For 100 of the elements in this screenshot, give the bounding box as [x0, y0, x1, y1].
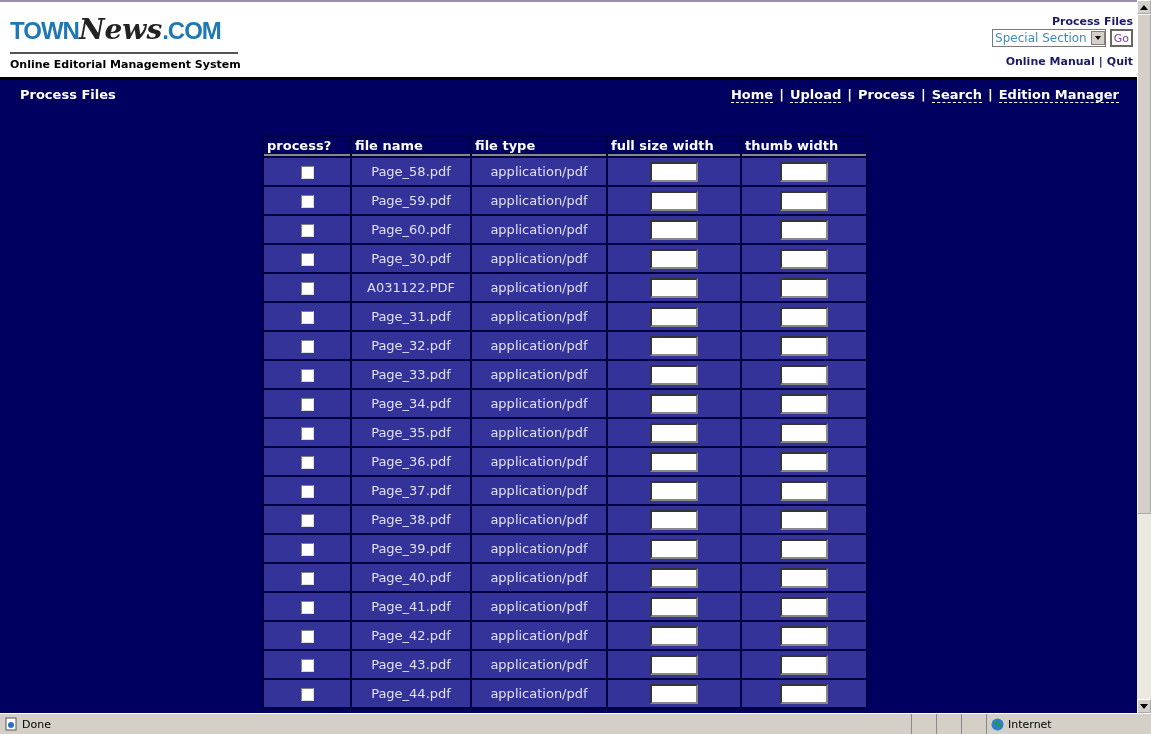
process-checkbox[interactable]	[300, 630, 314, 643]
file-name-cell: Page_42.pdf	[352, 622, 470, 649]
full-size-width-input[interactable]	[650, 480, 698, 501]
thumb-width-input[interactable]	[780, 683, 828, 704]
full-size-width-input[interactable]	[650, 654, 698, 675]
process-checkbox[interactable]	[300, 543, 314, 556]
up-arrow-icon	[1140, 4, 1148, 10]
thumb-width-input[interactable]	[780, 190, 828, 211]
thumb-width-input[interactable]	[780, 509, 828, 530]
file-name-cell: Page_32.pdf	[352, 332, 470, 359]
full-size-width-input[interactable]	[650, 161, 698, 182]
thumb-width-input[interactable]	[780, 567, 828, 588]
scroll-up-button[interactable]	[1137, 0, 1151, 14]
full-size-width-input[interactable]	[650, 277, 698, 298]
thumb-width-input[interactable]	[780, 654, 828, 675]
scroll-down-button[interactable]	[1137, 699, 1151, 713]
process-checkbox[interactable]	[300, 485, 314, 498]
nav-link[interactable]: Search	[931, 87, 982, 103]
file-name-cell: Page_31.pdf	[352, 303, 470, 330]
full-size-width-input[interactable]	[650, 306, 698, 327]
thumb-width-input[interactable]	[780, 364, 828, 385]
file-type-cell: application/pdf	[472, 448, 606, 475]
process-checkbox[interactable]	[300, 195, 314, 208]
process-checkbox[interactable]	[300, 688, 314, 701]
thumb-width-input[interactable]	[780, 596, 828, 617]
file-name-cell: Page_37.pdf	[352, 477, 470, 504]
file-type-cell: application/pdf	[472, 651, 606, 678]
full-size-width-input[interactable]	[650, 335, 698, 356]
thumb-width-input[interactable]	[780, 451, 828, 472]
header-link[interactable]: Quit	[1106, 55, 1133, 68]
system-subtitle: Online Editorial Management System	[10, 58, 241, 71]
process-checkbox[interactable]	[300, 311, 314, 324]
file-name-cell: Page_58.pdf	[352, 158, 470, 185]
process-checkbox[interactable]	[300, 427, 314, 440]
full-size-width-input[interactable]	[650, 422, 698, 443]
process-checkbox[interactable]	[300, 398, 314, 411]
process-checkbox[interactable]	[300, 166, 314, 179]
process-checkbox[interactable]	[300, 253, 314, 266]
full-size-width-input[interactable]	[650, 451, 698, 472]
file-name-cell: Page_40.pdf	[352, 564, 470, 591]
file-type-cell: application/pdf	[472, 303, 606, 330]
process-checkbox[interactable]	[300, 340, 314, 353]
go-button[interactable]: Go	[1109, 29, 1133, 47]
full-size-width-input[interactable]	[650, 683, 698, 704]
file-type-cell: application/pdf	[472, 216, 606, 243]
column-header: file name	[352, 137, 470, 156]
thumb-width-input[interactable]	[780, 277, 828, 298]
thumb-width-input[interactable]	[780, 219, 828, 240]
thumb-width-input[interactable]	[780, 422, 828, 443]
process-checkbox[interactable]	[300, 282, 314, 295]
full-size-width-input[interactable]	[650, 509, 698, 530]
full-size-width-input[interactable]	[650, 219, 698, 240]
file-name-cell: Page_41.pdf	[352, 593, 470, 620]
thumb-width-input[interactable]	[780, 248, 828, 269]
file-type-cell: application/pdf	[472, 506, 606, 533]
process-checkbox[interactable]	[300, 601, 314, 614]
thumb-width-input[interactable]	[780, 480, 828, 501]
file-type-cell: application/pdf	[472, 477, 606, 504]
thumb-width-input[interactable]	[780, 625, 828, 646]
nav-link[interactable]: Process	[858, 87, 915, 103]
file-type-cell: application/pdf	[472, 332, 606, 359]
nav-separator: |	[847, 87, 852, 103]
section-dropdown[interactable]: Special Section	[992, 29, 1106, 47]
thumb-width-input[interactable]	[780, 306, 828, 327]
process-checkbox[interactable]	[300, 369, 314, 382]
full-size-width-input[interactable]	[650, 364, 698, 385]
process-checkbox[interactable]	[300, 456, 314, 469]
thumb-width-input[interactable]	[780, 538, 828, 559]
nav-link[interactable]: Home	[731, 87, 774, 103]
scrollbar[interactable]	[1137, 0, 1151, 713]
full-size-width-input[interactable]	[650, 625, 698, 646]
process-checkbox[interactable]	[300, 572, 314, 585]
nav-link[interactable]: Edition Manager	[998, 87, 1119, 103]
link-separator: |	[1098, 55, 1103, 68]
scroll-thumb[interactable]	[1137, 14, 1151, 514]
full-size-width-input[interactable]	[650, 190, 698, 211]
thumb-width-input[interactable]	[780, 335, 828, 356]
column-header: file type	[472, 137, 606, 156]
full-size-width-input[interactable]	[650, 248, 698, 269]
file-type-cell: application/pdf	[472, 593, 606, 620]
file-name-cell: Page_44.pdf	[352, 680, 470, 707]
file-type-cell: application/pdf	[472, 187, 606, 214]
full-size-width-input[interactable]	[650, 538, 698, 559]
process-checkbox[interactable]	[300, 659, 314, 672]
site-logo: TOWNNews.COM	[10, 6, 238, 54]
file-name-cell: Page_34.pdf	[352, 390, 470, 417]
file-name-cell: Page_39.pdf	[352, 535, 470, 562]
status-text: Done	[22, 717, 51, 731]
full-size-width-input[interactable]	[650, 596, 698, 617]
file-name-cell: Page_36.pdf	[352, 448, 470, 475]
file-name-cell: Page_33.pdf	[352, 361, 470, 388]
thumb-width-input[interactable]	[780, 393, 828, 414]
thumb-width-input[interactable]	[780, 161, 828, 182]
full-size-width-input[interactable]	[650, 393, 698, 414]
process-checkbox[interactable]	[300, 514, 314, 527]
full-size-width-input[interactable]	[650, 567, 698, 588]
process-checkbox[interactable]	[300, 224, 314, 237]
header-link[interactable]: Online Manual	[1005, 55, 1095, 68]
nav-separator: |	[987, 87, 993, 103]
nav-link[interactable]: Upload	[789, 87, 842, 103]
